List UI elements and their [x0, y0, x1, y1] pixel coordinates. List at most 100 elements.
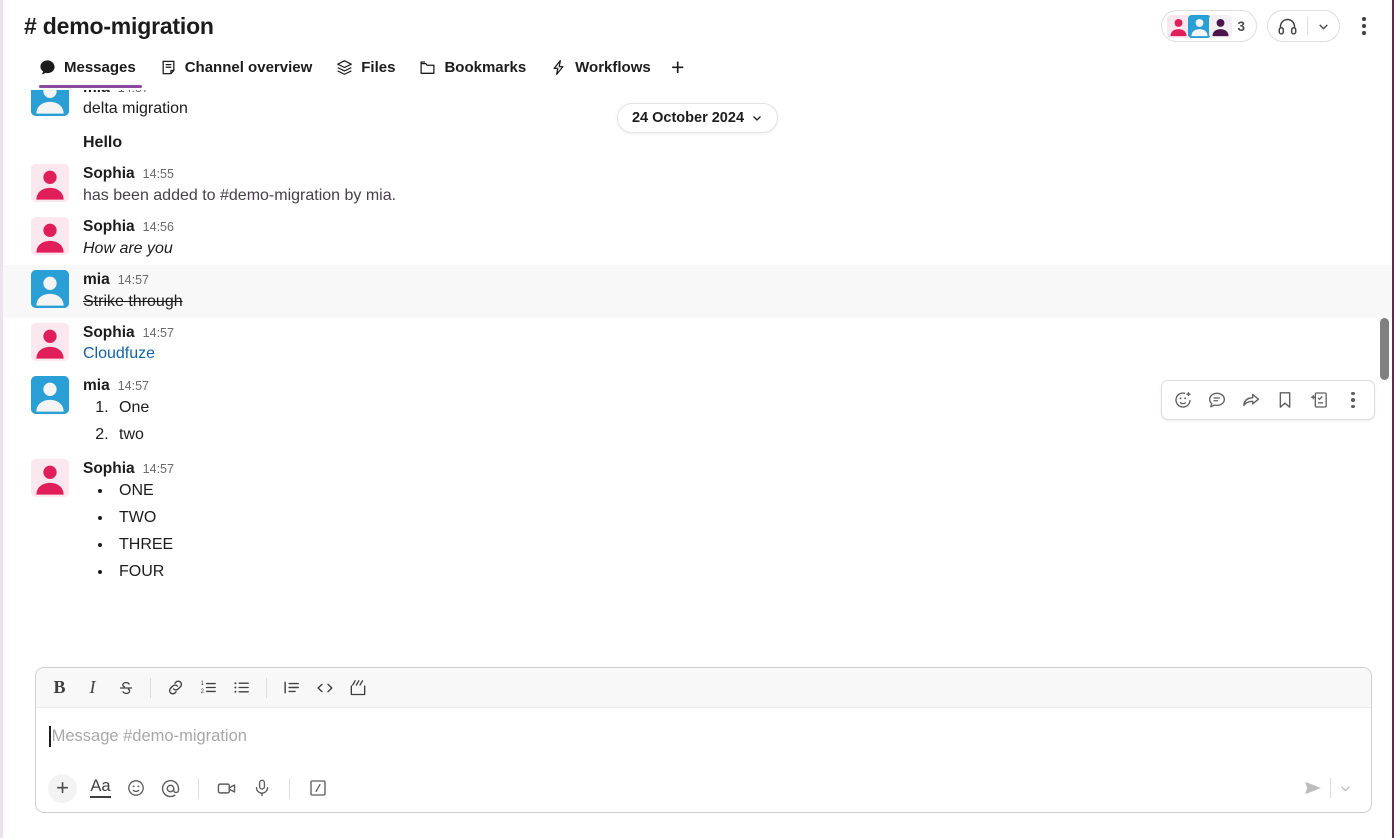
message-author[interactable]: mia	[83, 90, 110, 97]
italic-button[interactable]: I	[77, 673, 108, 702]
tab-bookmarks[interactable]: Bookmarks	[407, 52, 538, 83]
mention-button[interactable]	[154, 773, 187, 804]
message-timestamp[interactable]: 14:56	[143, 220, 174, 236]
channel-more-options-button[interactable]	[1350, 10, 1378, 42]
code-icon	[316, 683, 333, 692]
save-message-button[interactable]	[1269, 385, 1301, 415]
slash-command-button[interactable]	[301, 773, 334, 804]
headphones-icon	[1278, 18, 1297, 35]
message-timestamp[interactable]: 14:57	[118, 379, 149, 395]
tab-messages[interactable]: Messages	[33, 52, 148, 88]
ordered-list-button[interactable]: 1 2	[193, 673, 224, 702]
message-row[interactable]: Sophia 14:56 How are you	[3, 212, 1392, 265]
message-list: 24 October 2024 mia 14:57 delta migratio…	[3, 90, 1392, 667]
message-meta: Sophia 14:57	[83, 459, 1372, 478]
message-timestamp[interactable]: 14:57	[118, 273, 149, 289]
folder-icon	[419, 59, 436, 76]
message-row[interactable]: Sophia 14:57 Cloudfuze	[3, 318, 1392, 371]
message-author[interactable]: Sophia	[83, 323, 135, 342]
avatar[interactable]	[31, 270, 69, 309]
message-author[interactable]: mia	[83, 376, 110, 395]
add-to-list-button[interactable]	[1303, 385, 1335, 415]
message-hover-toolbar	[1161, 380, 1375, 420]
forward-message-button[interactable]	[1235, 385, 1267, 415]
strikethrough-button[interactable]	[110, 673, 141, 702]
chevron-down-icon	[1340, 785, 1350, 792]
bold-button[interactable]: B	[44, 673, 75, 702]
video-clip-button[interactable]	[210, 773, 243, 804]
page-title[interactable]: # demo-migration	[24, 13, 214, 40]
code-button[interactable]	[309, 673, 340, 702]
tab-files[interactable]: Files	[324, 52, 407, 83]
bulleted-list-button[interactable]	[226, 673, 257, 702]
message-input[interactable]: Message #demo-migration	[36, 708, 1371, 764]
slack-channel-window: # demo-migration 3 Messages Channel over…	[0, 0, 1394, 838]
huddle-options-button[interactable]	[1308, 11, 1339, 41]
message-list-scrollbar[interactable]	[1378, 90, 1390, 667]
message-author[interactable]: Sophia	[83, 217, 135, 236]
avatar[interactable]	[31, 323, 69, 362]
message-timestamp[interactable]: 14:57	[118, 90, 149, 97]
send-button[interactable]	[1296, 773, 1330, 803]
audio-clip-button[interactable]	[245, 773, 278, 804]
add-tab-button[interactable]: +	[663, 52, 693, 83]
message-text-bold: Hello	[83, 133, 123, 151]
slash-command-icon	[309, 780, 326, 796]
channel-header: # demo-migration 3	[3, 0, 1392, 52]
emoji-icon	[127, 780, 144, 796]
member-count: 3	[1237, 18, 1245, 34]
text-cursor	[49, 725, 51, 747]
list-item: FOUR	[113, 559, 1372, 586]
more-actions-icon	[1351, 391, 1355, 409]
start-huddle-button[interactable]	[1268, 11, 1307, 41]
strikethrough-icon	[119, 681, 132, 694]
add-attachment-button[interactable]: +	[48, 773, 77, 803]
formatting-toggle-button[interactable]: Aa	[84, 773, 117, 804]
avatar[interactable]	[31, 90, 69, 116]
member-avatar-3	[1209, 14, 1233, 38]
actions-divider	[198, 777, 199, 799]
avatar[interactable]	[31, 217, 69, 256]
bulleted-list-icon	[234, 682, 249, 693]
avatar[interactable]	[31, 375, 69, 414]
add-reaction-button[interactable]	[1167, 385, 1199, 415]
members-button[interactable]: 3	[1161, 10, 1257, 42]
avatar[interactable]	[31, 164, 69, 203]
link-button[interactable]	[160, 673, 191, 702]
message-timestamp[interactable]: 14:57	[143, 462, 174, 478]
tab-workflows[interactable]: Workflows	[538, 52, 663, 83]
document-icon	[160, 59, 177, 76]
message-body: Sophia 14:57 Cloudfuze	[83, 323, 1372, 366]
list-item: TWO	[113, 505, 1372, 532]
blockquote-button[interactable]	[276, 673, 307, 702]
message-link[interactable]: Cloudfuze	[83, 342, 1372, 366]
svg-text:1: 1	[201, 681, 204, 687]
more-actions-button[interactable]	[1337, 385, 1369, 415]
message-timestamp[interactable]: 14:57	[143, 326, 174, 342]
avatar[interactable]	[31, 459, 69, 498]
message-author[interactable]: Sophia	[83, 459, 135, 478]
formatting-toolbar: B I 1 2	[36, 668, 1371, 708]
code-block-button[interactable]	[342, 673, 373, 702]
emoji-button[interactable]	[119, 773, 152, 804]
channel-tabbar: Messages Channel overview Files Bookmark…	[3, 52, 1392, 90]
message-row[interactable]: Sophia 14:55 has been added to #demo-mig…	[3, 159, 1392, 212]
tab-channel-overview[interactable]: Channel overview	[148, 52, 325, 83]
lightning-icon	[550, 59, 567, 76]
message-timestamp[interactable]: 14:55	[143, 167, 174, 183]
message-text: has been added to #demo-migration by mia…	[83, 186, 397, 204]
date-divider-button[interactable]: 24 October 2024	[616, 103, 779, 133]
message-bulleted-list: ONE TWO THREE FOUR	[83, 478, 1372, 586]
message-author[interactable]: mia	[83, 270, 110, 289]
scrollbar-thumb[interactable]	[1380, 318, 1389, 380]
message-row[interactable]: Sophia 14:57 ONE TWO THREE FOUR	[3, 454, 1392, 591]
message-meta: Sophia 14:55	[83, 164, 1372, 183]
send-icon	[1305, 781, 1321, 795]
tab-label: Workflows	[575, 59, 651, 76]
send-options-button[interactable]	[1331, 773, 1359, 803]
message-body: Sophia 14:57 ONE TWO THREE FOUR	[83, 459, 1372, 586]
reply-in-thread-button[interactable]	[1201, 385, 1233, 415]
message-row-hovered[interactable]: mia 14:57 Strike through	[3, 265, 1392, 319]
toolbar-divider	[150, 677, 151, 698]
message-author[interactable]: Sophia	[83, 164, 135, 183]
